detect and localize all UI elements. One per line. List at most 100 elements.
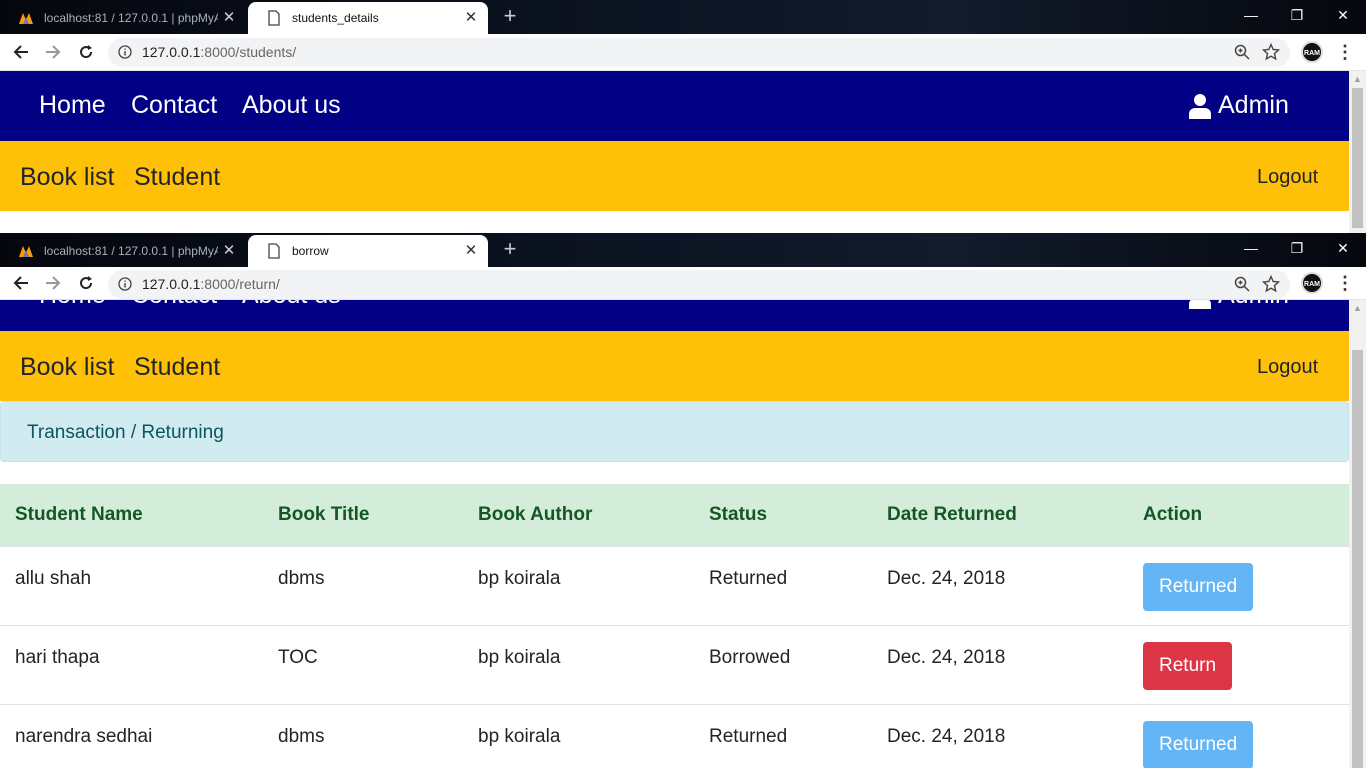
window-close-icon[interactable]: ✕ [1320,237,1366,261]
nav-about-link[interactable]: About us [242,300,341,310]
new-tab-button[interactable]: + [498,5,522,29]
cell-book-title: dbms [263,545,463,625]
nav-student-link[interactable]: Student [134,163,220,192]
tab-title: students_details [292,11,379,25]
nav-home-link[interactable]: Home [39,91,106,120]
nav-book-list-link[interactable]: Book list [20,353,114,382]
close-tab-icon[interactable]: ✕ [460,10,482,26]
breadcrumb: Transaction / Returning [0,401,1349,462]
nav-contact-link[interactable]: Contact [131,300,217,310]
restore-icon[interactable]: ❐ [1274,237,1320,261]
cell-student-name: allu shah [0,545,263,625]
info-icon[interactable] [118,277,132,291]
tab-borrow[interactable]: borrow ✕ [248,235,488,267]
browser-toolbar: 127.0.0.1:8000/students/ RAM ⋮ [0,34,1366,71]
tab-phpmyadmin[interactable]: localhost:81 / 127.0.0.1 | phpMyA ✕ [0,2,246,34]
table-header-row: Student Name Book Title Book Author Stat… [0,484,1349,546]
secondary-navbar: Book list Student Logout [0,331,1349,401]
secondary-navbar: Book list Student Logout [0,141,1349,211]
zoom-icon[interactable] [1234,44,1250,60]
returns-table: Student Name Book Title Book Author Stat… [0,484,1349,768]
menu-kebab-icon[interactable]: ⋮ [1336,273,1354,295]
table-row: narendra sedhai dbms bp koirala Returned… [0,703,1349,768]
restore-icon[interactable]: ❐ [1274,4,1320,28]
page-scrollbar[interactable]: ▲ [1349,300,1366,768]
scroll-up-icon[interactable]: ▲ [1349,71,1366,88]
browser-window-borrow: localhost:81 / 127.0.0.1 | phpMyA ✕ borr… [0,233,1366,768]
url-host: 127.0.0.1 [142,44,201,60]
profile-avatar[interactable]: RAM [1301,272,1323,294]
page-scrollbar[interactable]: ▲ [1349,71,1366,233]
header-student-name: Student Name [0,484,263,546]
nav-about-link[interactable]: About us [242,91,341,120]
back-icon[interactable] [8,39,34,65]
cell-action: Returned [1128,545,1349,625]
table-row: allu shah dbms bp koirala Returned Dec. … [0,545,1349,625]
forward-icon[interactable] [40,39,66,65]
return-button[interactable]: Return [1143,641,1233,690]
logout-link[interactable]: Logout [1257,356,1318,379]
admin-label: Admin [1218,300,1289,310]
scrollbar-thumb[interactable] [1352,88,1363,228]
cell-student-name: narendra sedhai [0,703,263,768]
page-icon [268,10,280,26]
primary-navbar: Home Contact About us Admin [0,71,1349,141]
reload-icon[interactable] [73,39,99,65]
tab-title: borrow [292,244,329,258]
admin-menu[interactable]: Admin [1188,300,1289,310]
cell-student-name: hari thapa [0,624,263,704]
address-bar[interactable]: 127.0.0.1:8000/students/ [108,38,1290,67]
minimize-icon[interactable]: — [1228,237,1274,261]
zoom-icon[interactable] [1234,276,1250,292]
header-book-title: Book Title [263,484,463,546]
bookmark-star-icon[interactable] [1262,43,1280,61]
cell-book-title: TOC [263,624,463,704]
header-date-returned: Date Returned [872,484,1128,546]
header-action: Action [1128,484,1349,546]
window-close-icon[interactable]: ✕ [1320,4,1366,28]
info-icon[interactable] [118,45,132,59]
url-text[interactable]: 127.0.0.1:8000/return/ [142,276,280,292]
close-tab-icon[interactable]: ✕ [218,10,240,26]
page-viewport: Home Contact About us Admin Book list St… [0,300,1349,768]
reload-icon[interactable] [73,270,99,296]
cell-date-returned: Dec. 24, 2018 [872,703,1128,768]
cell-status: Returned [694,703,872,768]
returned-button[interactable]: Returned [1143,720,1254,768]
cell-book-title: dbms [263,703,463,768]
menu-kebab-icon[interactable]: ⋮ [1336,42,1354,64]
nav-student-link[interactable]: Student [134,353,220,382]
forward-icon[interactable] [40,270,66,296]
minimize-icon[interactable]: — [1228,4,1274,28]
scrollbar-thumb[interactable] [1352,350,1363,768]
header-status: Status [694,484,872,546]
address-bar[interactable]: 127.0.0.1:8000/return/ [108,270,1290,299]
bookmark-star-icon[interactable] [1262,275,1280,293]
cell-date-returned: Dec. 24, 2018 [872,624,1128,704]
returned-button[interactable]: Returned [1143,562,1254,611]
tab-students-details[interactable]: students_details ✕ [248,2,488,34]
cell-action: Returned [1128,703,1349,768]
close-tab-icon[interactable]: ✕ [218,243,240,259]
tab-title: localhost:81 / 127.0.0.1 | phpMyA [44,244,218,258]
phpmyadmin-icon [19,246,33,257]
tab-title: localhost:81 / 127.0.0.1 | phpMyA [44,11,218,25]
close-tab-icon[interactable]: ✕ [460,243,482,259]
profile-avatar[interactable]: RAM [1301,41,1323,63]
url-text[interactable]: 127.0.0.1:8000/students/ [142,44,296,60]
nav-contact-link[interactable]: Contact [131,91,217,120]
user-icon [1189,300,1211,309]
nav-home-link[interactable]: Home [39,300,106,310]
browser-toolbar: 127.0.0.1:8000/return/ RAM ⋮ [0,267,1366,300]
tab-strip: localhost:81 / 127.0.0.1 | phpMyA ✕ stud… [0,0,1366,34]
tab-phpmyadmin[interactable]: localhost:81 / 127.0.0.1 | phpMyA ✕ [0,235,246,267]
logout-link[interactable]: Logout [1257,166,1318,189]
admin-menu[interactable]: Admin [1188,91,1289,120]
cell-book-author: bp koirala [463,545,694,625]
back-icon[interactable] [8,270,34,296]
new-tab-button[interactable]: + [498,238,522,262]
table-row: hari thapa TOC bp koirala Borrowed Dec. … [0,624,1349,704]
url-path: :8000/students/ [200,44,297,60]
nav-book-list-link[interactable]: Book list [20,163,114,192]
scroll-up-icon[interactable]: ▲ [1349,300,1366,317]
